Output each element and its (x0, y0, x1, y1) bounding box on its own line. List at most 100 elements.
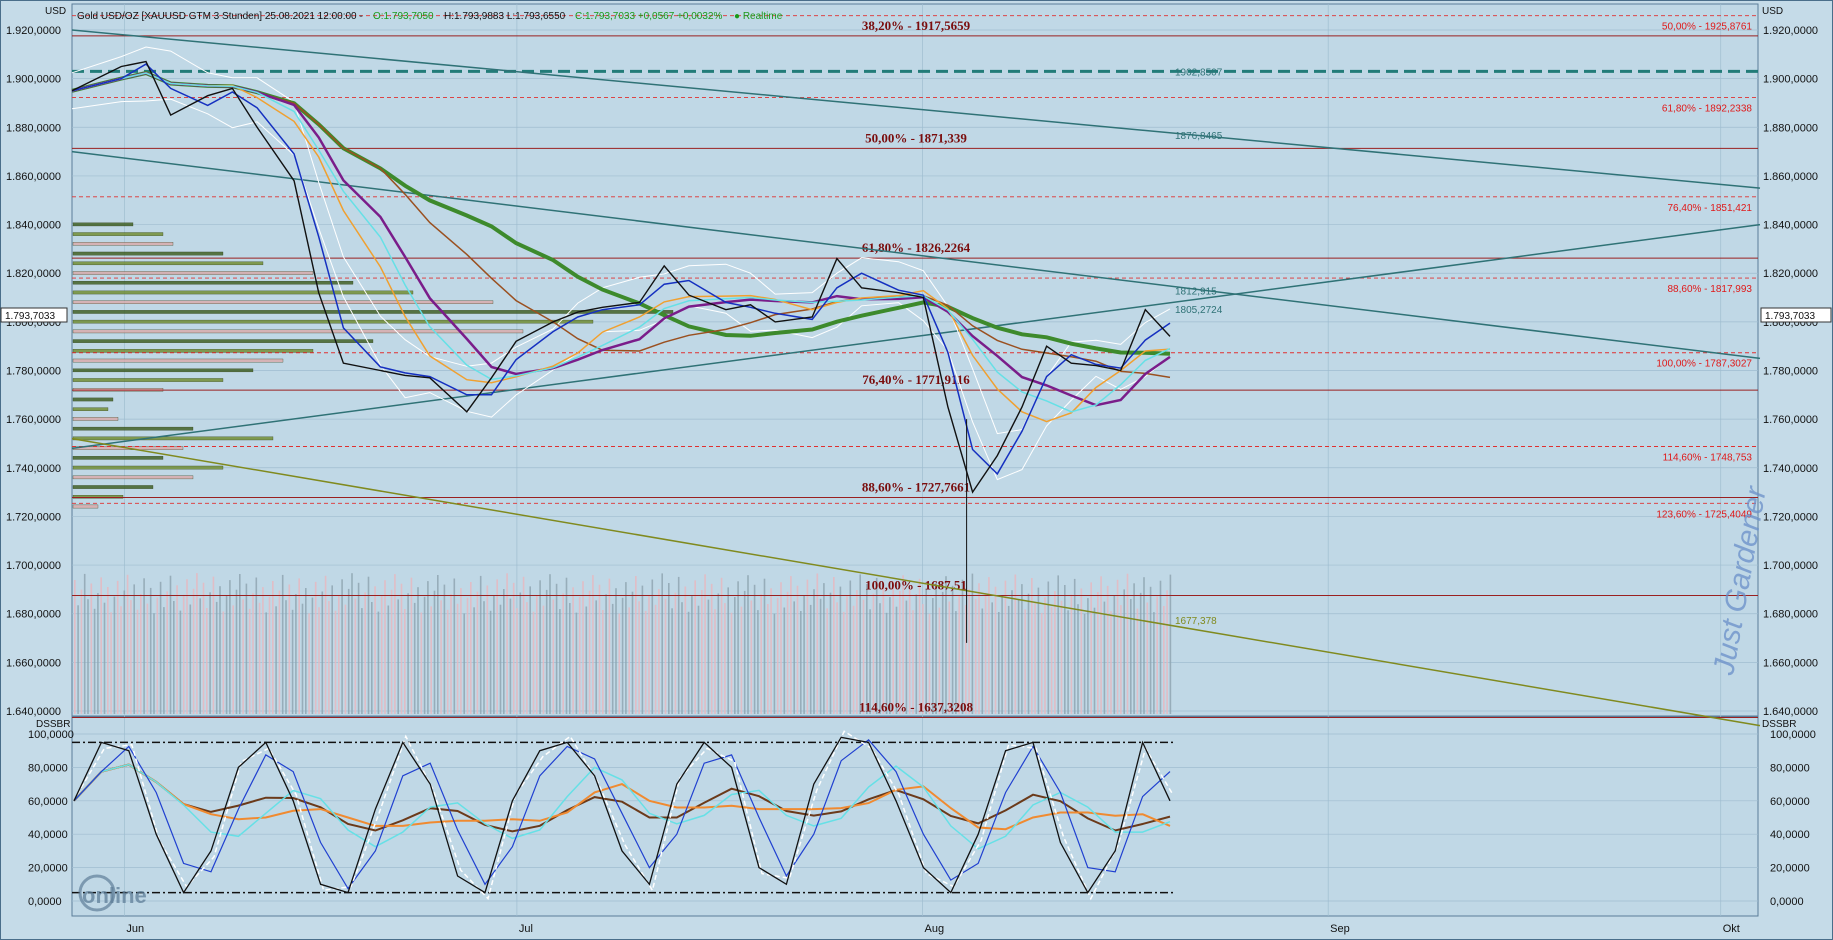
volume-bar (661, 573, 663, 714)
volume-bar (918, 578, 921, 714)
volume-bar (1143, 577, 1145, 714)
volume-bar (654, 604, 657, 714)
volume-bar (1054, 591, 1056, 714)
volume-bar (773, 613, 776, 714)
volume-bar (598, 584, 601, 714)
volume-bar (219, 586, 221, 714)
profile-bar (72, 280, 354, 285)
volume-bar (483, 601, 485, 714)
y-tick-right: 1.660,0000 (1763, 657, 1818, 669)
osc-y-tick-left: 20,0000 (28, 863, 68, 875)
osc-y-tick-left: 100,0000 (28, 729, 74, 741)
trendline-value-label: 1805,2724 (1175, 305, 1223, 316)
volume-bar (783, 607, 786, 714)
volume-bar (829, 592, 832, 714)
volume-bar (169, 575, 172, 714)
volume-bar (407, 593, 409, 714)
volume-bar (384, 580, 386, 714)
y-tick-left: 1.900,0000 (6, 74, 61, 86)
volume-bar (701, 590, 703, 714)
volume-bar (628, 607, 630, 714)
volume-bar (364, 592, 366, 714)
volume-bar (146, 603, 149, 714)
volume-bar (377, 611, 380, 714)
volume-bar (971, 573, 974, 714)
volume-bar (120, 606, 122, 714)
volume-bar (140, 594, 142, 714)
volume-bar (984, 592, 987, 714)
profile-bar (72, 319, 594, 324)
volume-bar (710, 583, 713, 714)
volume-bar (288, 584, 291, 714)
volume-bar (526, 602, 528, 714)
volume-bar (427, 581, 429, 714)
volume-bar (1159, 580, 1162, 714)
volume-bar (446, 609, 449, 714)
volume-bar (1077, 604, 1079, 714)
volume-bar (559, 609, 561, 714)
volume-bar (578, 596, 581, 714)
volume-bar (344, 604, 347, 714)
volume-bar (536, 596, 538, 714)
volume-bar (951, 585, 954, 714)
volume-bar (242, 599, 244, 714)
volume-bar (97, 593, 99, 714)
profile-bar (72, 339, 374, 343)
volume-bar (1163, 606, 1165, 714)
volume-bar (648, 595, 650, 714)
profile-bar (72, 290, 414, 295)
volume-bar (724, 603, 726, 714)
volume-bar (232, 605, 234, 714)
volume-bar (371, 602, 373, 714)
profile-bar (72, 485, 154, 489)
volume-bar (998, 612, 1000, 714)
volume-bar (694, 580, 696, 714)
volume-bar (691, 596, 693, 714)
volume-bar (922, 604, 924, 714)
trendline-value-label: 1902,8507 (1175, 68, 1223, 79)
volume-bar (737, 581, 739, 714)
profile-bar (72, 222, 134, 227)
volume-bar (641, 585, 644, 714)
volume-bar (173, 601, 175, 714)
volume-bar (638, 601, 640, 714)
volume-bar (823, 583, 825, 714)
fib-label-center: 61,80% - 1826,2264 (862, 240, 971, 255)
volume-bar (961, 579, 964, 714)
volume-bar (176, 585, 178, 714)
volume-bar (262, 587, 264, 714)
volume-bar (357, 582, 360, 714)
unit-left: USD (45, 6, 66, 17)
volume-bar (456, 603, 459, 714)
volume-bar (473, 607, 475, 714)
volume-bar (938, 607, 941, 714)
volume-bar (760, 594, 762, 714)
y-tick-right: 1.740,0000 (1763, 463, 1818, 475)
volume-bar (463, 613, 465, 714)
profile-bar (72, 251, 224, 256)
volume-bar (892, 581, 894, 714)
volume-bar (605, 594, 607, 714)
volume-bar (100, 577, 102, 714)
volume-bar (400, 583, 403, 714)
volume-bar (206, 608, 208, 714)
volume-bar (1073, 578, 1076, 714)
volume-bar (651, 579, 654, 714)
volume-bar (532, 611, 535, 714)
volume-bar (410, 577, 413, 714)
volume-bar (153, 613, 155, 714)
volume-bar (664, 598, 667, 714)
volume-bar (747, 575, 749, 714)
volume-bar (734, 597, 736, 714)
volume-bar (740, 606, 743, 714)
volume-bar (156, 597, 159, 714)
volume-bar (116, 580, 119, 714)
volume-bar (846, 596, 848, 714)
volume-bar (714, 609, 716, 714)
volume-bar (163, 607, 165, 714)
volume-bar (430, 606, 432, 714)
volume-bar (423, 596, 426, 714)
y-tick-right: 1.840,0000 (1763, 220, 1818, 232)
volume-bar (324, 575, 327, 714)
volume-bar (516, 608, 518, 714)
